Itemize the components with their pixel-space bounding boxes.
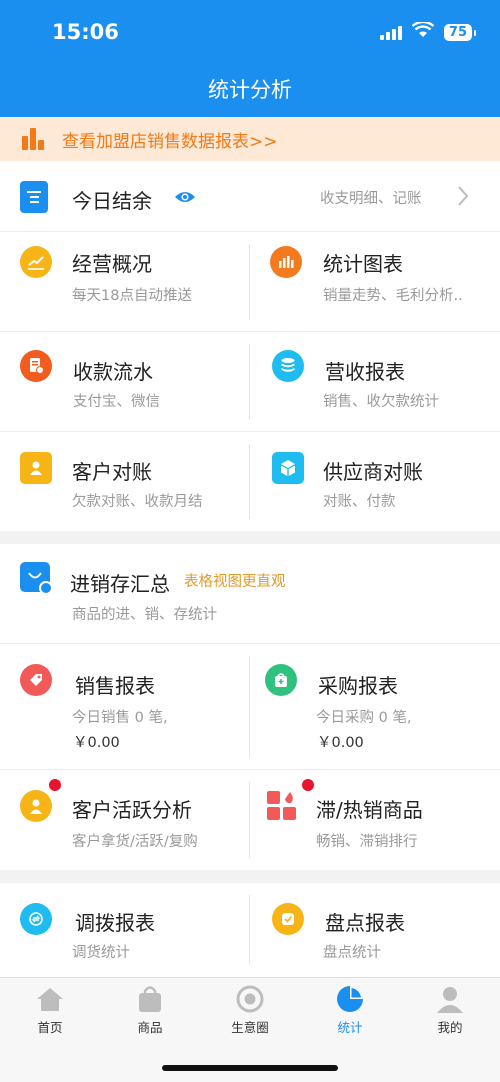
table-view-tag: 表格视图更直观 [184, 574, 286, 590]
bar-chart-icon [270, 246, 302, 278]
today-balance-title: 今日结余 [72, 189, 152, 213]
franchise-report-banner[interactable]: 查看加盟店销售数据报表>> [0, 117, 500, 161]
database-icon [272, 350, 304, 382]
statistics-chart-item[interactable]: 统计图表 销量走势、毛利分析.. [250, 232, 500, 332]
item-title: 采购报表 [318, 674, 398, 698]
tab-label: 我的 [437, 1020, 463, 1035]
chevron-right-icon [457, 185, 469, 211]
tab-label: 首页 [37, 1020, 63, 1035]
inventory-subtitle: 商品的进、销、存统计 [72, 607, 217, 623]
supplier-reconciliation-item[interactable]: 供应商对账 对账、付款 [250, 432, 500, 531]
purchase-count: 今日采购 0 笔, [316, 710, 412, 726]
item-subtitle: 销售、收欠款统计 [323, 394, 439, 410]
notification-dot [302, 779, 314, 791]
item-subtitle: 欠款对账、收款月结 [72, 494, 203, 510]
item-title: 调拨报表 [75, 911, 155, 935]
item-title: 统计图表 [323, 252, 403, 276]
tab-business-circle[interactable]: 生意圈 [200, 978, 300, 1038]
box-icon [272, 452, 304, 484]
business-overview-item[interactable]: 经营概况 每天18点自动推送 [0, 232, 250, 332]
bag-icon [135, 984, 165, 1014]
inventory-summary-row[interactable]: 进销存汇总 表格视图更直观 商品的进、销、存统计 [0, 544, 500, 644]
item-title: 滞/热销商品 [316, 798, 423, 822]
home-indicator [162, 1065, 338, 1071]
tab-label: 生意圈 [231, 1020, 269, 1035]
person-icon [435, 984, 465, 1014]
status-icons: 75 [379, 20, 477, 42]
price-tag-icon [20, 664, 52, 696]
tab-label: 统计 [337, 1020, 363, 1035]
app-header: 15:06 75 统计分析 [0, 0, 500, 117]
item-subtitle: 销量走势、毛利分析.. [323, 288, 463, 304]
stocktake-report-item[interactable]: 盘点报表 盘点统计 [250, 883, 500, 977]
pie-chart-icon [335, 984, 365, 1014]
customer-reconciliation-item[interactable]: 客户对账 欠款对账、收款月结 [0, 432, 250, 531]
item-title: 营收报表 [325, 360, 405, 384]
purchase-amount: ￥0.00 [317, 735, 364, 751]
item-subtitle: 盘点统计 [323, 945, 381, 961]
purchase-report-item[interactable]: 采购报表 今日采购 0 笔, ￥0.00 [250, 644, 500, 770]
item-subtitle: 调货统计 [72, 945, 130, 961]
eye-icon[interactable] [174, 189, 196, 208]
trend-chart-icon [20, 246, 52, 278]
grid-row: 客户对账 欠款对账、收款月结 供应商对账 对账、付款 [0, 432, 500, 531]
receipt-icon [20, 350, 52, 382]
battery-icon: 75 [443, 23, 477, 41]
notification-dot [49, 779, 61, 791]
item-title: 供应商对账 [323, 460, 423, 484]
item-subtitle: 支付宝、微信 [73, 394, 160, 410]
item-subtitle: 畅销、滞销排行 [316, 834, 418, 850]
transfer-report-item[interactable]: 调拨报表 调货统计 [0, 883, 250, 977]
wifi-icon [411, 20, 435, 42]
transfer-icon [20, 903, 52, 935]
signal-icon [379, 24, 402, 40]
purchase-bag-icon [265, 664, 297, 696]
status-time: 15:06 [52, 20, 119, 44]
sales-count: 今日销售 0 笔, [72, 710, 168, 726]
page-title: 统计分析 [208, 78, 292, 102]
item-subtitle: 对账、付款 [323, 494, 396, 510]
customer-activity-item[interactable]: 客户活跃分析 客户拿货/活跃/复购 [0, 770, 250, 870]
tab-home[interactable]: 首页 [0, 978, 100, 1038]
item-subtitle: 每天18点自动推送 [72, 288, 192, 304]
grid-fire-icon [266, 790, 298, 822]
bar-chart-icon [22, 128, 46, 150]
grid-row: 经营概况 每天18点自动推送 统计图表 销量走势、毛利分析.. [0, 232, 500, 332]
banner-text: 查看加盟店销售数据报表>> [62, 131, 278, 152]
home-icon [35, 984, 65, 1014]
tab-label: 商品 [137, 1020, 163, 1035]
revenue-report-item[interactable]: 营收报表 销售、收欠款统计 [250, 332, 500, 432]
sales-amount: ￥0.00 [73, 735, 120, 751]
hot-slow-items-item[interactable]: 滞/热销商品 畅销、滞销排行 [250, 770, 500, 870]
notebook-icon [20, 181, 48, 213]
contact-card-icon [20, 452, 52, 484]
list-badge-icon [39, 581, 53, 595]
item-title: 经营概况 [72, 252, 152, 276]
item-title: 客户活跃分析 [72, 798, 192, 822]
item-subtitle: 客户拿货/活跃/复购 [72, 834, 198, 850]
tab-me[interactable]: 我的 [400, 978, 500, 1038]
customer-person-icon [20, 790, 52, 822]
sales-report-item[interactable]: 销售报表 今日销售 0 笔, ￥0.00 [0, 644, 250, 770]
item-title: 销售报表 [75, 674, 155, 698]
circle-icon [235, 984, 265, 1014]
tab-statistics[interactable]: 统计 [300, 978, 400, 1038]
grid-row: 销售报表 今日销售 0 笔, ￥0.00 采购报表 今日采购 0 笔, ￥0.0… [0, 644, 500, 770]
grid-row: 收款流水 支付宝、微信 营收报表 销售、收欠款统计 [0, 332, 500, 432]
today-balance-row[interactable]: 今日结余 收支明细、记账 [0, 161, 500, 232]
payment-flow-item[interactable]: 收款流水 支付宝、微信 [0, 332, 250, 432]
inventory-title: 进销存汇总 [70, 572, 170, 596]
check-badge-icon [272, 903, 304, 935]
today-detail-link[interactable]: 收支明细、记账 [320, 187, 422, 208]
tab-products[interactable]: 商品 [100, 978, 200, 1038]
grid-row: 调拨报表 调货统计 盘点报表 盘点统计 [0, 883, 500, 977]
item-title: 客户对账 [72, 460, 152, 484]
item-title: 收款流水 [73, 360, 153, 384]
grid-row: 客户活跃分析 客户拿货/活跃/复购 滞/热销商品 畅销、滞销排行 [0, 770, 500, 870]
item-title: 盘点报表 [325, 911, 405, 935]
